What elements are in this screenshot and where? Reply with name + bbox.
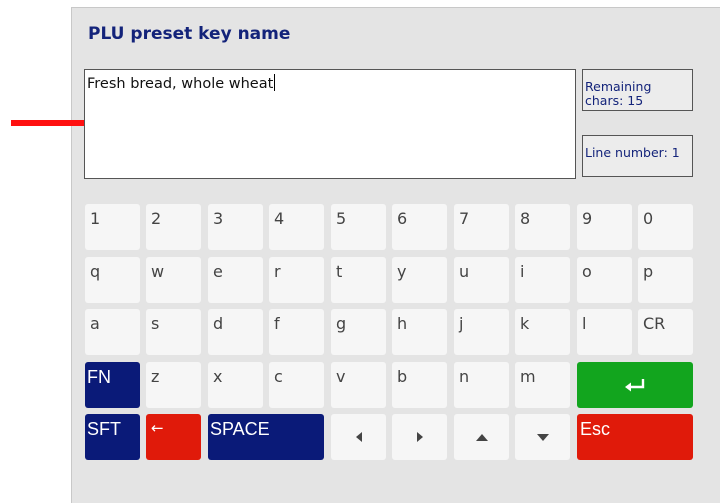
key-2[interactable]: 2 [146, 204, 201, 250]
key-x[interactable]: x [208, 362, 263, 408]
space-button[interactable]: SPACE [208, 414, 324, 460]
cursor-left-button[interactable] [331, 414, 386, 460]
key-s[interactable]: s [146, 309, 201, 355]
return-arrow-icon [625, 379, 645, 392]
key-name-input[interactable]: Fresh bread, whole wheat [84, 69, 576, 179]
key-o[interactable]: o [577, 257, 632, 303]
key-c[interactable]: c [269, 362, 324, 408]
triangle-up-icon [475, 433, 488, 441]
enter-button[interactable] [577, 362, 693, 408]
line-number-box: Line number: 1 [582, 135, 693, 177]
triangle-right-icon [416, 432, 423, 442]
key-v[interactable]: v [331, 362, 386, 408]
key-e[interactable]: e [208, 257, 263, 303]
key-r[interactable]: r [269, 257, 324, 303]
key-y[interactable]: y [392, 257, 447, 303]
key-a[interactable]: a [85, 309, 140, 355]
remaining-chars-label: Remaining chars: 15 [585, 79, 652, 108]
text-caret [274, 74, 276, 91]
key-0[interactable]: 0 [638, 204, 693, 250]
key-p[interactable]: p [638, 257, 693, 303]
key-9[interactable]: 9 [577, 204, 632, 250]
cursor-up-button[interactable] [454, 414, 509, 460]
key-6[interactable]: 6 [392, 204, 447, 250]
key-t[interactable]: t [331, 257, 386, 303]
key-k[interactable]: k [515, 309, 570, 355]
triangle-left-icon [355, 432, 362, 442]
shift-button[interactable]: SFT [85, 414, 140, 460]
key-h[interactable]: h [392, 309, 447, 355]
dialog-title: PLU preset key name [88, 24, 291, 44]
escape-button[interactable]: Esc [577, 414, 693, 460]
key-j[interactable]: j [454, 309, 509, 355]
key-w[interactable]: w [146, 257, 201, 303]
backspace-button[interactable]: ← [146, 414, 201, 460]
key-z[interactable]: z [146, 362, 201, 408]
remaining-chars-box: Remaining chars: 15 [582, 69, 693, 111]
key-u[interactable]: u [454, 257, 509, 303]
key-f[interactable]: f [269, 309, 324, 355]
key-l[interactable]: l [577, 309, 632, 355]
key-cr[interactable]: CR [638, 309, 693, 355]
key-i[interactable]: i [515, 257, 570, 303]
key-m[interactable]: m [515, 362, 570, 408]
line-number-label: Line number: 1 [585, 145, 680, 160]
key-g[interactable]: g [331, 309, 386, 355]
key-n[interactable]: n [454, 362, 509, 408]
key-5[interactable]: 5 [331, 204, 386, 250]
cursor-down-button[interactable] [515, 414, 570, 460]
cursor-right-button[interactable] [392, 414, 447, 460]
key-3[interactable]: 3 [208, 204, 263, 250]
key-b[interactable]: b [392, 362, 447, 408]
key-fn[interactable]: FN [85, 362, 140, 408]
key-q[interactable]: q [85, 257, 140, 303]
key-name-value: Fresh bread, whole wheat [87, 76, 274, 92]
key-7[interactable]: 7 [454, 204, 509, 250]
key-d[interactable]: d [208, 309, 263, 355]
key-8[interactable]: 8 [515, 204, 570, 250]
key-4[interactable]: 4 [269, 204, 324, 250]
key-1[interactable]: 1 [85, 204, 140, 250]
triangle-down-icon [536, 433, 549, 441]
